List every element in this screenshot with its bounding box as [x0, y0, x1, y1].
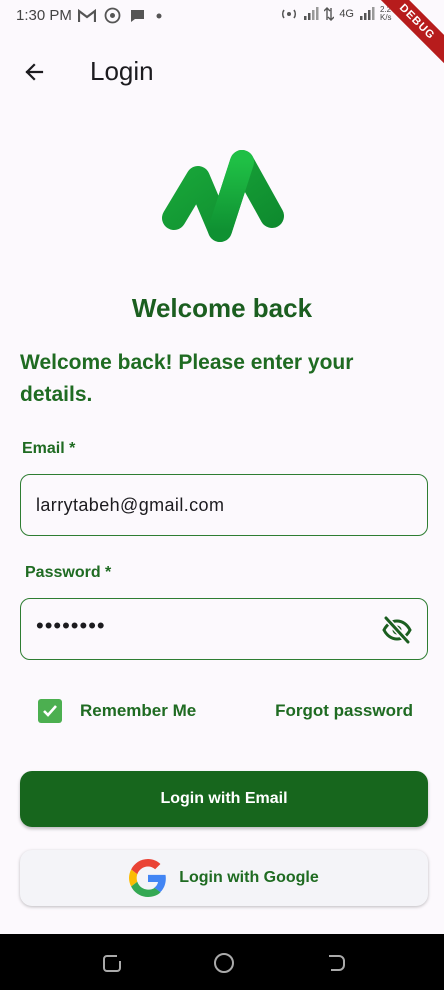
- welcome-title: Welcome back: [131, 293, 313, 323]
- status-time: 1:30 PM: [16, 7, 72, 24]
- login-with-google-button[interactable]: Login with Google: [20, 850, 428, 906]
- whatsapp-icon: [104, 7, 121, 24]
- password-value: ••••••••: [36, 613, 106, 638]
- login-with-google-label: Login with Google: [179, 869, 319, 886]
- arrow-left-icon: [25, 63, 44, 81]
- email-field[interactable]: larrytabeh@gmail.com: [20, 474, 428, 536]
- check-icon: [43, 705, 57, 717]
- password-field[interactable]: ••••••••: [20, 598, 428, 660]
- signal-icon-2: [360, 7, 375, 20]
- chat-bubble-icon: [131, 9, 144, 22]
- remember-me-label[interactable]: Remember Me: [80, 701, 196, 721]
- login-with-email-label: Login with Email: [160, 790, 288, 807]
- back-nav-icon[interactable]: [325, 952, 347, 974]
- status-right-icons: 4G 2.2 K/s: [280, 6, 394, 22]
- forgot-password-link[interactable]: Forgot password: [275, 701, 413, 721]
- google-icon: [129, 859, 167, 897]
- m-logo-icon: [162, 150, 284, 242]
- signal-icon: [304, 7, 319, 20]
- email-value: larrytabeh@gmail.com: [36, 495, 225, 515]
- app-bar: Login: [0, 44, 444, 100]
- dot-icon: [156, 13, 162, 18]
- network-type: 4G: [339, 8, 354, 20]
- email-label: Email *: [22, 440, 76, 457]
- toggle-password-visibility-button[interactable]: [381, 614, 413, 646]
- hotspot-icon: [282, 9, 297, 19]
- home-icon[interactable]: [213, 952, 235, 974]
- recent-apps-icon[interactable]: [101, 952, 123, 974]
- welcome-subtitle: Welcome back! Please enter your details.: [20, 351, 354, 406]
- notification-icons: [78, 7, 164, 24]
- remember-me-checkbox[interactable]: [38, 699, 62, 723]
- password-label: Password *: [25, 564, 112, 581]
- page-title: Login: [90, 56, 154, 86]
- login-with-email-button[interactable]: Login with Email: [20, 771, 428, 827]
- status-bar: 1:30 PM 4G 2.2 K/s DEBUG: [0, 0, 444, 68]
- back-button[interactable]: [16, 56, 52, 88]
- remember-me-row: Remember Me Forgot password: [38, 697, 418, 725]
- gmail-icon: [78, 8, 96, 22]
- data-arrows-icon: [324, 7, 335, 21]
- eye-off-icon: [382, 615, 412, 645]
- system-nav-bar: [0, 934, 444, 990]
